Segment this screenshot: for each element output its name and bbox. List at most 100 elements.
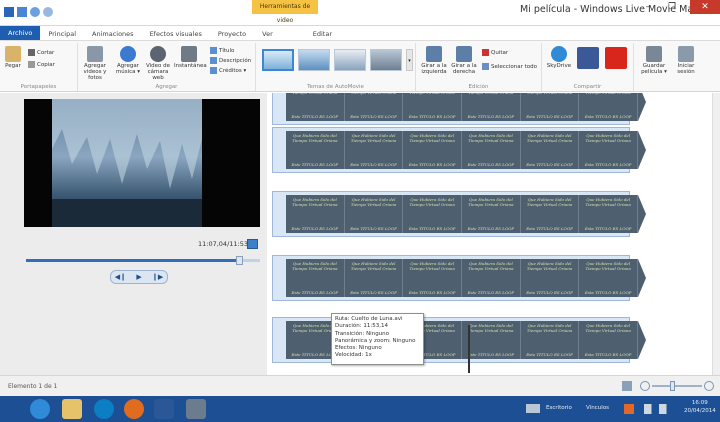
storyboard-clip[interactable]: Que Hubiera Sido del Tiempo Virtual Oria… — [345, 195, 404, 233]
close-button[interactable]: ✕ — [690, 0, 720, 14]
select-all-button[interactable]: Seleccionar todo — [482, 63, 537, 70]
tab-ver[interactable]: Ver — [254, 28, 281, 40]
links-toolbar[interactable]: Vínculos — [586, 405, 609, 411]
video-preview[interactable] — [24, 99, 260, 227]
redo-icon[interactable] — [43, 7, 53, 17]
storyboard-clip[interactable]: Que Hubiera Sido del Tiempo Virtual Oria… — [345, 93, 404, 121]
paste-button[interactable]: Pegar — [4, 46, 22, 69]
storyboard-clip[interactable]: Que Hubiera Sido del Tiempo Virtual Oria… — [462, 93, 521, 121]
fullscreen-button[interactable] — [247, 239, 258, 249]
keyboard-icon[interactable] — [526, 404, 540, 413]
clock[interactable]: 16:09 20/04/2014 — [684, 399, 716, 415]
storyboard-clip[interactable]: Que Hubiera Sido del Tiempo Virtual Oria… — [521, 131, 580, 169]
storyboard-clip[interactable]: Que Hubiera Sido del Tiempo Virtual Oria… — [462, 259, 521, 297]
snapshot-button[interactable]: Instantánea — [174, 46, 207, 69]
word-icon[interactable] — [154, 399, 174, 419]
storyboard-clip[interactable]: Que Hubiera Sido del Tiempo Virtual Oria… — [403, 259, 463, 297]
storyboard-clip[interactable]: Que Hubiera Sido del Tiempo Virtual Oria… — [345, 131, 404, 169]
storyboard-clip[interactable]: Que Hubiera Sido del Tiempo Virtual Oria… — [579, 93, 639, 121]
ie-icon[interactable] — [30, 399, 50, 419]
storyboard-clip[interactable]: Que Hubiera Sido del Tiempo Virtual Oria… — [579, 195, 639, 233]
storyboard-clip[interactable]: Que Hubiera Sido del Tiempo Virtual Oria… — [579, 321, 639, 359]
undo-icon[interactable] — [30, 7, 40, 17]
storyboard-clip[interactable]: Que Hubiera Sido del Tiempo Virtual Oria… — [462, 321, 521, 359]
save-movie-button[interactable]: Guardar película ▾ — [640, 46, 668, 75]
credits-button[interactable]: Créditos ▾ — [210, 67, 246, 74]
theme-contemporary[interactable] — [298, 49, 330, 71]
storyboard-clip[interactable]: Que Hubiera Sido del Tiempo Virtual Oria… — [403, 131, 463, 169]
clip-caption-bottom: Este TITULO ES LOOP — [408, 114, 456, 119]
next-frame-button[interactable]: ❙▶ — [148, 271, 167, 283]
storyboard-clip[interactable]: Que Hubiera Sido del Tiempo Virtual Oria… — [345, 259, 404, 297]
storyboard-clip[interactable]: Que Hubiera Sido del Tiempo Virtual Oria… — [286, 93, 345, 121]
webcam-video-button[interactable]: Video de cámara web — [144, 46, 172, 81]
storyboard-clip[interactable]: Que Hubiera Sido del Tiempo Virtual Oria… — [521, 321, 580, 359]
firefox-icon[interactable] — [124, 399, 144, 419]
tab-editar[interactable]: Editar — [305, 28, 340, 40]
seek-thumb[interactable] — [236, 256, 243, 265]
storyboard-clip[interactable]: Que Hubiera Sido del Tiempo Virtual Oria… — [286, 195, 345, 233]
zoom-slider-thumb[interactable] — [670, 381, 675, 391]
storyboard-clip[interactable]: Que Hubiera Sido del Tiempo Virtual Oria… — [286, 131, 345, 169]
storyboard-clip[interactable]: Que Hubiera Sido del Tiempo Virtual Oria… — [521, 93, 580, 121]
cut-button[interactable]: Cortar — [28, 49, 54, 56]
play-button[interactable]: ▶ — [130, 271, 149, 283]
desktop-toolbar[interactable]: Escritorio — [546, 405, 572, 411]
rotate-left-button[interactable]: Girar a la izquierda — [420, 46, 448, 75]
themes-gallery-more-button[interactable]: ▾ — [406, 49, 413, 71]
clip-caption-bottom: Este TITULO ES LOOP — [291, 162, 339, 167]
storyboard-clip[interactable]: Que Hubiera Sido del Tiempo Virtual Oria… — [462, 195, 521, 233]
clip-strip[interactable]: Que Hubiera Sido del Tiempo Virtual Oria… — [286, 259, 646, 297]
theme-fade[interactable] — [334, 49, 366, 71]
storyboard-clip[interactable]: Que Hubiera Sido del Tiempo Virtual Oria… — [521, 259, 580, 297]
zoom-slider[interactable] — [652, 385, 702, 387]
add-music-button[interactable]: Agregar música ▾ — [114, 46, 142, 75]
title-button[interactable]: Título — [210, 47, 234, 54]
zoom-in-button[interactable] — [704, 381, 714, 391]
storyboard-clip[interactable]: Que Hubiera Sido del Tiempo Virtual Oria… — [521, 195, 580, 233]
seek-bar[interactable] — [26, 256, 260, 265]
add-videos-photos-button[interactable]: Agregar videos y fotos — [80, 46, 110, 81]
youtube-button[interactable] — [604, 47, 628, 70]
copy-button[interactable]: Copiar — [28, 61, 55, 68]
theme-default[interactable] — [262, 49, 294, 71]
storyboard-clip[interactable]: Que Hubiera Sido del Tiempo Virtual Oria… — [403, 195, 463, 233]
maximize-button[interactable]: ❐ — [660, 0, 684, 14]
vertical-scrollbar[interactable] — [712, 93, 720, 375]
save-icon[interactable] — [17, 7, 27, 17]
remove-button[interactable]: Quitar — [482, 49, 508, 56]
skydrive-button[interactable]: SkyDrive — [546, 46, 572, 69]
tab-proyecto[interactable]: Proyecto — [210, 28, 254, 40]
tab-archivo[interactable]: Archivo — [0, 26, 41, 40]
movie-maker-icon[interactable] — [186, 399, 206, 419]
clip-strip[interactable]: Que Hubiera Sido del Tiempo Virtual Oria… — [286, 131, 646, 169]
tab-principal[interactable]: Principal — [40, 28, 84, 40]
storyboard-clip[interactable]: Que Hubiera Sido del Tiempo Virtual Oria… — [286, 259, 345, 297]
storyboard-clip[interactable]: Que Hubiera Sido del Tiempo Virtual Oria… — [579, 259, 639, 297]
storyboard-clip[interactable]: Que Hubiera Sido del Tiempo Virtual Oria… — [462, 131, 521, 169]
thumbnail-size-button[interactable] — [622, 381, 632, 391]
minimize-button[interactable]: – — [636, 0, 660, 14]
file-explorer-icon[interactable] — [62, 399, 82, 419]
clip-strip[interactable]: Que Hubiera Sido del Tiempo Virtual Oria… — [286, 93, 646, 121]
clip-caption-top: Que Hubiera Sido del Tiempo Virtual Oria… — [524, 93, 576, 95]
rotate-right-button[interactable]: Girar a la derecha — [450, 46, 478, 75]
caption-button[interactable]: Descripción — [210, 57, 251, 64]
theme-pan-zoom[interactable] — [370, 49, 402, 71]
strip-arrow-end — [638, 321, 646, 359]
hp-icon[interactable] — [94, 399, 114, 419]
storyboard-clip[interactable]: Que Hubiera Sido del Tiempo Virtual Oria… — [403, 93, 463, 121]
zoom-out-button[interactable] — [640, 381, 650, 391]
notification-icons[interactable] — [624, 404, 674, 414]
playhead[interactable] — [468, 325, 470, 373]
previous-frame-button[interactable]: ◀❙ — [111, 271, 130, 283]
paste-icon — [5, 46, 21, 62]
app-icon[interactable] — [4, 7, 14, 17]
tab-efectos-visuales[interactable]: Efectos visuales — [142, 28, 210, 40]
tab-animaciones[interactable]: Animaciones — [84, 28, 142, 40]
sign-in-button[interactable]: Iniciar sesión — [672, 46, 700, 75]
storyboard-clip[interactable]: Que Hubiera Sido del Tiempo Virtual Oria… — [579, 131, 639, 169]
clip-caption-bottom: Este TITULO ES LOOP — [291, 114, 339, 119]
facebook-button[interactable] — [576, 47, 600, 70]
clip-strip[interactable]: Que Hubiera Sido del Tiempo Virtual Oria… — [286, 195, 646, 233]
